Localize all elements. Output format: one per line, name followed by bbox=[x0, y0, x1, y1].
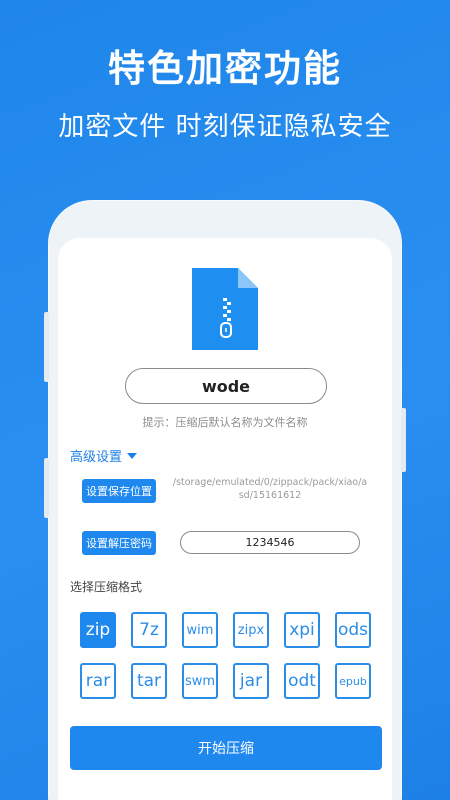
zip-file-icon bbox=[192, 268, 258, 350]
phone-side-button-left-lower bbox=[44, 458, 49, 518]
file-name-hint: 提示：压缩后默认名称为文件名称 bbox=[142, 416, 308, 429]
format-option-xpi[interactable]: xpi bbox=[284, 612, 320, 648]
format-option-epub[interactable]: epub bbox=[335, 663, 371, 699]
triangle-down-icon bbox=[127, 452, 138, 459]
format-section-label: 选择压缩格式 bbox=[70, 580, 143, 594]
set-save-location-button[interactable]: 设置保存位置 bbox=[82, 479, 156, 503]
promo-headline: 特色加密功能 bbox=[108, 47, 342, 90]
format-option-7z[interactable]: 7z bbox=[131, 612, 167, 648]
file-name-input[interactable]: wode bbox=[125, 368, 327, 404]
promo-subline: 加密文件 时刻保证隐私安全 bbox=[58, 112, 392, 142]
save-path-text: /storage/emulated/0/zippack/pack/xiao/as… bbox=[172, 477, 368, 501]
format-option-swm[interactable]: swm bbox=[182, 663, 218, 699]
password-input[interactable]: 1234546 bbox=[180, 531, 360, 554]
advanced-settings-toggle[interactable]: 高级设置 bbox=[70, 446, 138, 465]
advanced-settings-label: 高级设置 bbox=[70, 450, 123, 465]
phone-side-button-left bbox=[44, 312, 49, 382]
format-option-tar[interactable]: tar bbox=[131, 663, 167, 699]
format-option-odt[interactable]: odt bbox=[284, 663, 320, 699]
start-compress-button[interactable]: 开始压缩 bbox=[70, 726, 382, 770]
format-option-zipx[interactable]: zipx bbox=[233, 612, 269, 648]
set-password-button[interactable]: 设置解压密码 bbox=[82, 531, 156, 555]
format-option-ods[interactable]: ods bbox=[335, 612, 371, 648]
format-option-zip[interactable]: zip bbox=[80, 612, 116, 648]
phone-side-button-right bbox=[401, 408, 406, 472]
format-option-jar[interactable]: jar bbox=[233, 663, 269, 699]
format-option-rar[interactable]: rar bbox=[80, 663, 116, 699]
format-option-wim[interactable]: wim bbox=[182, 612, 218, 648]
